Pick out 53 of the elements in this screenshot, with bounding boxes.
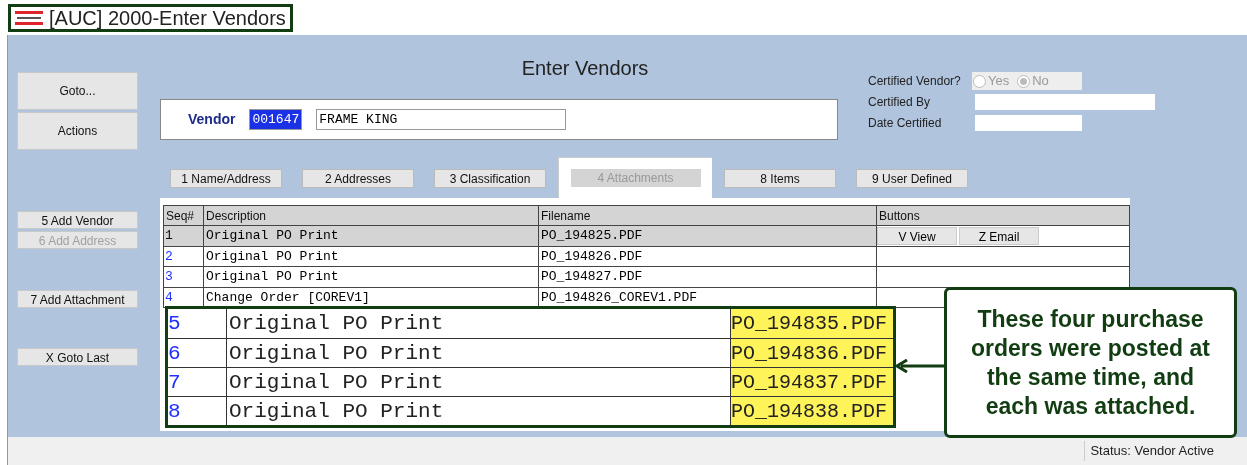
vendor-label: Vendor	[188, 110, 236, 129]
table-cell-text: Original PO Print	[228, 399, 445, 425]
table-cell: PO_194837.PDF	[730, 368, 893, 396]
row-button[interactable]: Z Email	[959, 226, 1039, 245]
side-button[interactable]: Actions	[17, 112, 138, 150]
input-field[interactable]	[975, 94, 1155, 110]
table-cell: PO_194827.PDF	[538, 266, 877, 287]
table-cell: 6	[168, 339, 227, 367]
table-cell: Original PO Print	[203, 266, 539, 287]
tab[interactable]: 3 Classification	[434, 169, 546, 188]
app-logo-icon	[15, 10, 43, 25]
column-header: Filename	[538, 205, 877, 226]
table-cell: Original PO Print	[203, 246, 539, 267]
side-button[interactable]: 7 Add Attachment	[17, 290, 138, 308]
page-heading: Enter Vendors	[520, 56, 650, 81]
table-cell: 5	[168, 309, 227, 338]
column-header: Seq#	[163, 205, 204, 226]
callout: These four purchase orders were posted at the same time, and each was attached.	[944, 287, 1237, 438]
table-cell: Original PO Print	[203, 225, 539, 246]
tab[interactable]: 2 Addresses	[302, 169, 414, 188]
vendor-id-field[interactable]: 001647	[249, 108, 303, 131]
table-cell: 2	[163, 246, 204, 267]
certified-label: Certified Vendor?	[868, 73, 962, 90]
table-cell: 7	[168, 368, 227, 396]
table-cell: PO_194836.PDF	[730, 339, 893, 367]
table-cell: PO_194825.PDF	[538, 225, 877, 246]
field-label: Date Certified	[868, 115, 943, 132]
row-button[interactable]: V View	[877, 226, 957, 245]
vendor-name-field[interactable]: FRAME KING	[316, 108, 567, 131]
column-header: Description	[203, 205, 539, 226]
tab[interactable]: 9 User Defined	[856, 169, 968, 188]
table-cell-text: Original PO Print	[228, 311, 445, 337]
table-cell-text: Original PO Print	[228, 341, 445, 367]
table-cell: 8	[168, 397, 227, 425]
table-row[interactable]: 2 Original PO Print PO_194826.PDF	[163, 246, 1130, 267]
table-cell: PO_194838.PDF	[730, 397, 893, 425]
column-header: Buttons	[876, 205, 1130, 226]
tab[interactable]: 8 Items	[724, 169, 836, 188]
table-row[interactable]: 1 Original PO Print PO_194825.PDF V View Z Email	[163, 225, 1130, 246]
tab[interactable]: 1 Name/Address	[170, 169, 282, 188]
table-cell-text: Original PO Print	[228, 370, 445, 396]
status-text: Status: Vendor Active	[1084, 441, 1214, 461]
table-row[interactable]: 3 Original PO Print PO_194827.PDF	[163, 266, 1130, 287]
table-cell: 1	[163, 225, 204, 246]
window-title: [AUC] 2000-Enter Vendors	[49, 5, 286, 31]
table-cell: PO_194826.PDF	[538, 246, 877, 267]
table-cell: PO_194835.PDF	[730, 309, 893, 338]
input-field[interactable]	[975, 115, 1082, 131]
field-label: Certified By	[868, 94, 932, 111]
table-cell: 3	[163, 266, 204, 287]
side-button[interactable]: X Goto Last	[17, 348, 138, 366]
side-button[interactable]: Goto...	[17, 72, 138, 110]
side-button[interactable]: 5 Add Vendor	[17, 211, 138, 229]
